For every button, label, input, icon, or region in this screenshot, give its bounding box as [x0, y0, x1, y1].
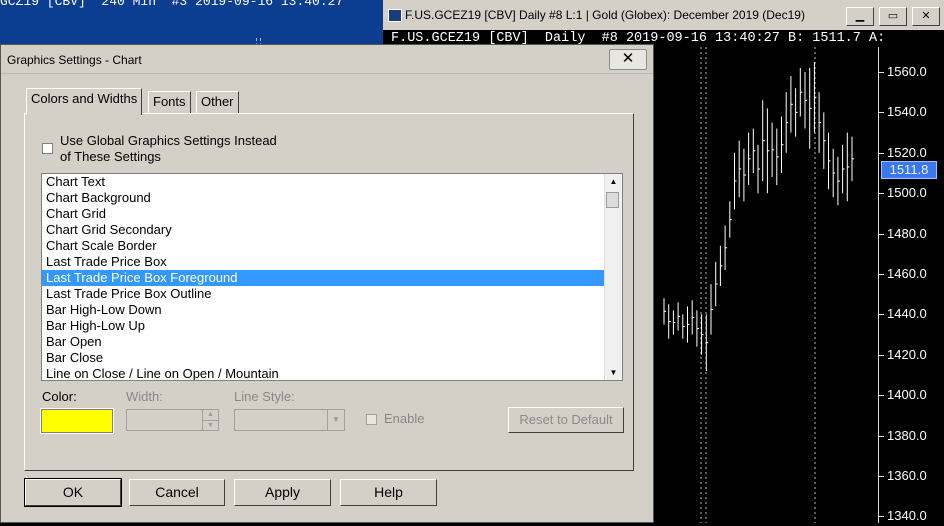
tab-other[interactable]: Other [196, 91, 239, 114]
list-item[interactable]: Last Trade Price Box [42, 254, 604, 270]
price-tick-label: 1400.0 [887, 387, 927, 403]
price-tick-label: 1360.0 [887, 468, 927, 483]
list-item[interactable]: Last Trade Price Box Foreground [42, 270, 604, 286]
enable-label: Enable [384, 411, 425, 426]
price-tick-label: 1380.0 [887, 427, 927, 443]
scroll-thumb[interactable] [606, 192, 619, 208]
list-item[interactable]: Chart Grid Secondary [42, 222, 604, 238]
price-tick-label: 1440.0 [887, 306, 927, 322]
list-item[interactable]: Last Trade Price Box Outline [42, 286, 604, 302]
enable-checkbox[interactable] [366, 414, 377, 425]
reset-to-default-button[interactable]: Reset to Default [508, 407, 624, 433]
list-scrollbar[interactable]: ▲ ▼ [604, 174, 622, 380]
width-spinner[interactable]: ▲ ▼ [126, 409, 219, 431]
use-global-settings-label-line2: of These Settings [60, 149, 161, 164]
minimize-button[interactable]: ▁ [846, 7, 874, 26]
price-tick-mark [879, 395, 884, 397]
chart-window-title: F.US.GCEZ19 [CBV] Daily #8 L:1 | Gold (G… [405, 8, 805, 22]
list-item[interactable]: Chart Text [42, 174, 604, 190]
list-item[interactable]: Chart Grid [42, 206, 604, 222]
price-tick-label: 1460.0 [887, 266, 927, 281]
tab-fonts[interactable]: Fonts [148, 91, 191, 114]
dialog-close-button[interactable]: ✕ [609, 49, 647, 70]
graphics-settings-dialog: Graphics Settings - Chart ✕ Colors and W… [0, 44, 654, 523]
list-item[interactable]: Bar High-Low Down [42, 302, 604, 318]
color-swatch[interactable] [40, 408, 114, 434]
list-item[interactable]: Bar High-Low Up [42, 318, 604, 334]
price-tick-label: 1540.0 [887, 104, 927, 120]
background-chart-header: GCZ19 [CBV] 240 Min #3 2019-09-16 13:40:… [0, 0, 344, 9]
price-tick-label: 1340.0 [887, 508, 927, 524]
width-label: Width: [126, 389, 163, 404]
price-tick-mark [879, 476, 884, 477]
spin-down-icon[interactable]: ▼ [202, 420, 218, 431]
use-global-settings-checkbox[interactable] [42, 143, 53, 154]
scroll-up-arrow-icon[interactable]: ▲ [607, 175, 620, 188]
price-tick-mark [879, 233, 884, 235]
list-item[interactable]: Bar Open [42, 334, 604, 350]
list-item[interactable]: Chart Background [42, 190, 604, 206]
use-global-settings-label: Use Global Graphics Settings Instead [60, 133, 277, 148]
close-button[interactable]: ✕ [912, 7, 940, 26]
color-label: Color: [42, 389, 77, 404]
help-button[interactable]: Help [340, 479, 437, 506]
price-tick-label: 1520.0 [887, 144, 927, 160]
background-chart-plot [0, 18, 383, 62]
dialog-titlebar[interactable]: Graphics Settings - Chart ✕ [1, 45, 653, 74]
price-tick-mark [879, 72, 884, 73]
app-icon [388, 9, 402, 22]
apply-button[interactable]: Apply [234, 479, 331, 506]
scroll-down-arrow-icon[interactable]: ▼ [607, 366, 620, 379]
list-item[interactable]: Chart Scale Border [42, 238, 604, 254]
last-price-box: 1511.8 [881, 161, 937, 180]
price-tick-mark [879, 354, 884, 356]
price-tick-label: 1420.0 [887, 346, 927, 362]
line-style-label: Line Style: [234, 389, 295, 404]
price-tick-mark [879, 314, 884, 316]
price-tick-mark [879, 435, 884, 437]
ok-button[interactable]: OK [24, 478, 122, 507]
graphics-element-list[interactable]: Chart Text Chart Background Chart Grid Char… [41, 173, 623, 381]
price-tick-mark [879, 274, 884, 275]
price-tick-mark [879, 112, 884, 114]
chevron-down-icon[interactable]: ▼ [327, 410, 344, 430]
list-item[interactable]: Line on Close / Line on Open / Mountain [42, 366, 604, 380]
cancel-button[interactable]: Cancel [129, 479, 225, 506]
dialog-title: Graphics Settings - Chart [7, 53, 142, 67]
spin-up-icon[interactable]: ▲ [202, 410, 218, 420]
tab-colors-and-widths[interactable]: Colors and Widths [26, 88, 143, 115]
price-tick-mark [879, 193, 884, 195]
price-tick-mark [879, 152, 884, 154]
price-tick-label: 1500.0 [887, 185, 927, 201]
price-tick-label: 1480.0 [887, 225, 927, 241]
price-tick-label: 1560.0 [887, 64, 927, 79]
price-scale[interactable]: 1511.8 1560.0 1540.0 1520.0 1500.0 1480.0 146… [878, 47, 944, 523]
price-tick-mark [879, 516, 884, 518]
restore-button[interactable]: ▭ [879, 7, 907, 26]
line-style-dropdown[interactable]: ▼ [234, 409, 345, 431]
list-item[interactable]: Bar Close [42, 350, 604, 366]
chart-titlebar[interactable]: F.US.GCEZ19 [CBV] Daily #8 L:1 | Gold (G… [383, 0, 944, 31]
